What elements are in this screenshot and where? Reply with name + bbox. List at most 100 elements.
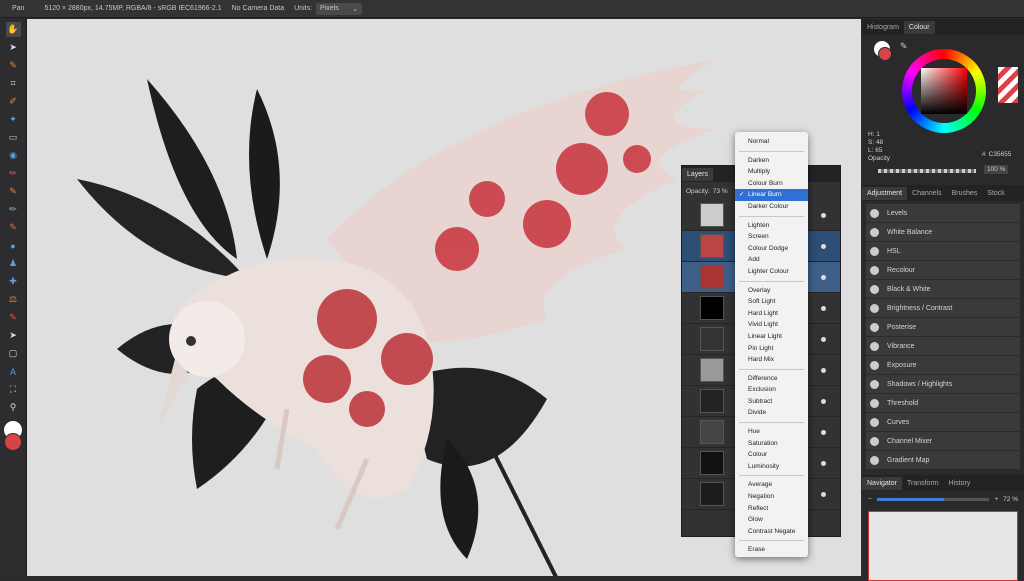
units-select[interactable]: Pixels ⌄ <box>316 2 363 15</box>
blend-mode-item[interactable]: Screen <box>735 231 808 243</box>
retouch-tool-icon[interactable]: ✎ <box>6 310 21 325</box>
tab-histogram[interactable]: Histogram <box>862 21 904 34</box>
tab-brushes[interactable]: Brushes <box>947 187 983 200</box>
adjustment-item[interactable]: Shadows / Highlights <box>866 375 1020 393</box>
tab-layers[interactable]: Layers <box>682 167 714 181</box>
blend-mode-item[interactable]: Darker Colour <box>735 201 808 213</box>
visibility-dot-icon[interactable] <box>821 367 826 373</box>
saturation-square[interactable] <box>921 68 967 114</box>
adjustment-item[interactable]: Black & White <box>866 280 1020 298</box>
tab-history[interactable]: History <box>944 477 976 490</box>
adjustment-item[interactable]: Exposure <box>866 356 1020 374</box>
blend-mode-item[interactable]: Darken <box>735 155 808 167</box>
visibility-dot-icon[interactable] <box>821 336 826 342</box>
blend-mode-item[interactable]: Glow <box>735 514 808 526</box>
blend-mode-item[interactable]: Linear Light <box>735 331 808 343</box>
blend-mode-item[interactable]: Colour <box>735 449 808 461</box>
zoom-value[interactable]: 72 % <box>1003 496 1018 503</box>
mesh-warp-icon[interactable]: ⛶ <box>6 382 21 397</box>
secondary-colour-swatch[interactable] <box>4 433 22 451</box>
blend-mode-item[interactable]: Luminosity <box>735 461 808 473</box>
adjustment-item[interactable]: White Balance <box>866 223 1020 241</box>
blend-mode-item[interactable]: Linear Burn <box>735 189 808 201</box>
pixel-tool-icon[interactable]: ✏ <box>6 202 21 217</box>
tab-stock[interactable]: Stock <box>982 187 1010 200</box>
fill-tool-icon[interactable]: ◉ <box>6 148 21 163</box>
adjustment-item[interactable]: Levels <box>866 204 1020 222</box>
blend-mode-item[interactable]: Soft Light <box>735 296 808 308</box>
blend-mode-item[interactable]: Saturation <box>735 438 808 450</box>
blend-mode-item[interactable]: Divide <box>735 407 808 419</box>
color-replace-icon[interactable]: ✎ <box>6 184 21 199</box>
blend-mode-item[interactable]: Hue <box>735 426 808 438</box>
blend-mode-item[interactable]: Difference <box>735 373 808 385</box>
visibility-dot-icon[interactable] <box>821 305 826 311</box>
clone-tool-icon[interactable]: ♟ <box>6 256 21 271</box>
blend-mode-item[interactable]: Overlay <box>735 285 808 297</box>
navigator-preview[interactable] <box>868 511 1018 581</box>
opacity-value[interactable]: 100 % <box>984 165 1009 174</box>
visibility-dot-icon[interactable] <box>821 274 826 280</box>
blend-mode-item[interactable]: Colour Dodge <box>735 243 808 255</box>
crop-tool-icon[interactable]: ⌗ <box>6 76 21 91</box>
blend-mode-item[interactable]: Lighten <box>735 220 808 232</box>
tab-adjustment[interactable]: Adjustment <box>862 186 908 200</box>
erase-brush-icon[interactable]: ✎ <box>6 220 21 235</box>
move-tool-icon[interactable]: ➤ <box>6 40 21 55</box>
adjustment-item[interactable]: HSL <box>866 242 1020 260</box>
blend-mode-item[interactable]: Normal <box>735 136 808 148</box>
swatch-stack[interactable] <box>998 67 1018 103</box>
blend-mode-item[interactable]: Negation <box>735 491 808 503</box>
visibility-dot-icon[interactable] <box>821 243 826 249</box>
zoom-tool-icon[interactable]: ⚲ <box>6 400 21 415</box>
tab-navigator[interactable]: Navigator <box>862 476 902 490</box>
tab-transform[interactable]: Transform <box>902 477 944 490</box>
blend-mode-item[interactable]: Exclusion <box>735 384 808 396</box>
brush-tool-icon[interactable]: ✎ <box>6 58 21 73</box>
blend-mode-item[interactable]: Contrast Negate <box>735 526 808 538</box>
blend-mode-item[interactable]: Vivid Light <box>735 319 808 331</box>
selection-brush-icon[interactable]: ✐ <box>6 94 21 109</box>
flood-select-icon[interactable]: ✦ <box>6 112 21 127</box>
text-tool-icon[interactable]: A <box>6 364 21 379</box>
blend-mode-item[interactable]: Erase <box>735 544 808 556</box>
blemish-tool-icon[interactable]: ✚ <box>6 274 21 289</box>
adjustment-item[interactable]: Threshold <box>866 394 1020 412</box>
blend-mode-item[interactable]: Average <box>735 479 808 491</box>
zoom-slider[interactable] <box>876 497 990 501</box>
adjustment-item[interactable]: Recolour <box>866 261 1020 279</box>
blend-mode-item[interactable]: Multiply <box>735 166 808 178</box>
blend-mode-item[interactable]: Colour Burn <box>735 178 808 190</box>
blend-mode-item[interactable]: Add <box>735 254 808 266</box>
visibility-dot-icon[interactable] <box>821 398 826 404</box>
blend-mode-item[interactable]: Subtract <box>735 396 808 408</box>
adjustment-item[interactable]: Channel Mixer <box>866 432 1020 450</box>
adjustment-item[interactable]: Gradient Map <box>866 451 1020 469</box>
zoom-out-icon[interactable]: − <box>868 496 872 503</box>
stroke-swatch[interactable] <box>878 47 892 61</box>
hex-value[interactable]: C35655 <box>989 151 1012 158</box>
shape-tool-icon[interactable]: ▢ <box>6 346 21 361</box>
blend-mode-item[interactable]: Reflect <box>735 503 808 515</box>
blend-mode-item[interactable]: Pin Light <box>735 343 808 355</box>
adjustment-item[interactable]: Posterise <box>866 318 1020 336</box>
hand-tool-icon[interactable]: ✋ <box>5 22 21 37</box>
layer-opacity-value[interactable]: 73 % <box>713 188 728 195</box>
tab-colour[interactable]: Colour <box>903 20 935 34</box>
opacity-slider[interactable] <box>878 169 976 173</box>
tab-channels[interactable]: Channels <box>907 187 947 200</box>
visibility-dot-icon[interactable] <box>821 460 826 466</box>
colour-picker-icon[interactable]: ✎ <box>900 41 908 52</box>
visibility-dot-icon[interactable] <box>821 491 826 497</box>
marquee-tool-icon[interactable]: ▭ <box>6 130 21 145</box>
blend-mode-item[interactable]: Hard Mix <box>735 354 808 366</box>
blend-mode-item[interactable]: Hard Light <box>735 308 808 320</box>
zoom-in-icon[interactable]: + <box>994 496 998 503</box>
adjustment-item[interactable]: Brightness / Contrast <box>866 299 1020 317</box>
paint-brush-icon[interactable]: ✏ <box>6 166 21 181</box>
blend-mode-item[interactable]: Lighter Colour <box>735 266 808 278</box>
smudge-tool-icon[interactable]: ⚖ <box>6 292 21 307</box>
dodge-tool-icon[interactable]: ● <box>6 238 21 253</box>
visibility-dot-icon[interactable] <box>821 429 826 435</box>
pen-tool-icon[interactable]: ➤ <box>6 328 21 343</box>
